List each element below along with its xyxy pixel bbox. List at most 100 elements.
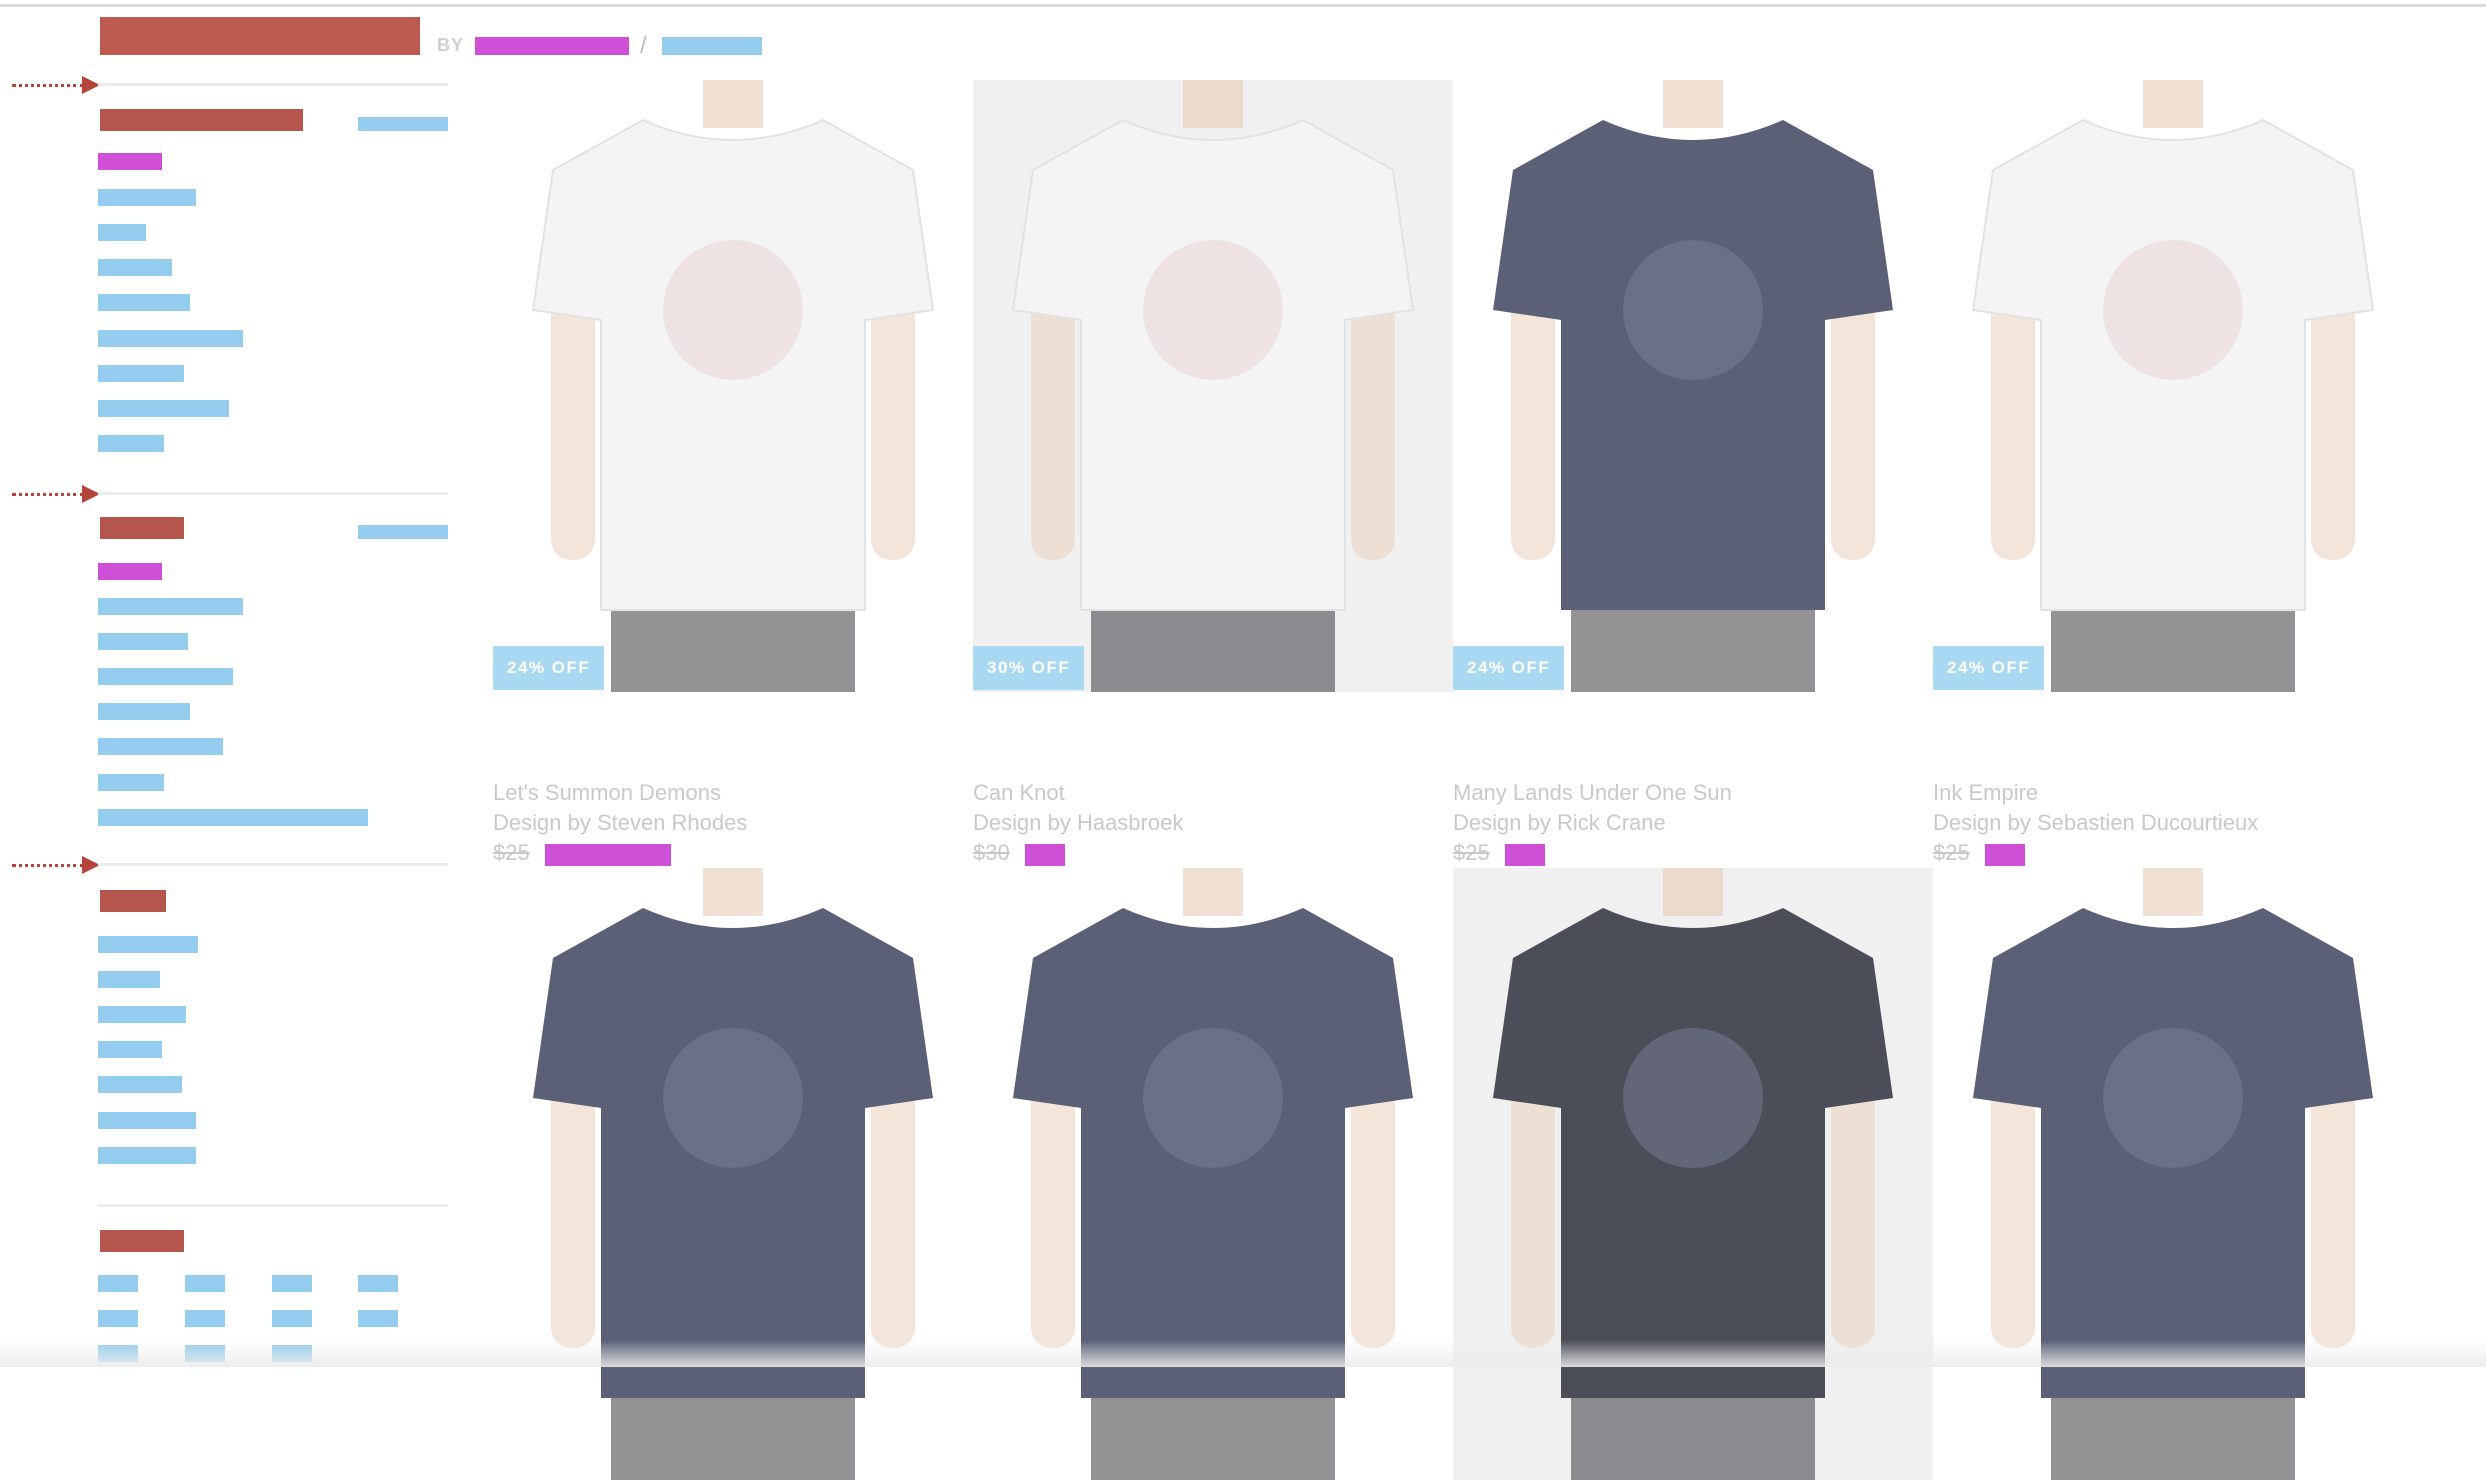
price-option[interactable] [358,1275,398,1292]
department-item[interactable] [98,400,229,417]
size-item[interactable] [98,936,198,953]
product-card[interactable]: 30% OFF Can Knot Design by Haasbroek $30 [973,80,1453,866]
print-graphic [2103,240,2243,380]
section-divider [98,863,448,866]
original-price: $25 [493,840,530,865]
product-card[interactable] [493,868,973,1480]
product-card[interactable] [1453,868,1933,1480]
product-name[interactable]: Can Knot [973,780,1065,806]
print-graphic [1143,1028,1283,1168]
top-border [0,4,2486,7]
neck-shape [1663,80,1723,128]
product-name[interactable]: Many Lands Under One Sun [1453,780,1732,806]
product-card[interactable]: 24% OFF Let's Summon Demons Design by St… [493,80,973,866]
product-card[interactable] [1933,868,2413,1480]
price-option[interactable] [185,1310,225,1327]
product-name[interactable]: Let's Summon Demons [493,780,721,806]
print-graphic [2103,1028,2243,1168]
size-pointer-arrow [12,855,100,875]
section-divider [98,1204,448,1207]
style-item[interactable] [98,738,223,755]
sale-price [1025,844,1065,866]
section-divider [98,492,448,495]
department-item[interactable] [98,365,184,382]
department-item[interactable] [98,435,164,452]
neck-shape [2143,868,2203,916]
product-image[interactable] [1933,868,2413,1480]
sort-popularity-link[interactable] [475,37,629,55]
sale-price [1985,844,2025,866]
department-view-all-link[interactable] [358,117,448,131]
size-item[interactable] [98,1041,162,1058]
print-graphic [663,1028,803,1168]
style-pointer-arrow [12,484,100,504]
neck-shape [703,868,763,916]
product-image[interactable] [493,80,973,692]
discount-badge: 24% OFF [493,646,605,690]
neck-shape [1183,80,1243,128]
bottom-fade [0,1340,2486,1367]
tshirt-illustration [1973,868,2373,1480]
sale-price [545,844,671,866]
style-item-all[interactable] [98,563,162,580]
product-image[interactable] [973,80,1453,692]
original-price: $30 [973,840,1010,865]
department-item[interactable] [98,189,196,206]
style-item[interactable] [98,774,164,791]
product-image[interactable] [973,868,1453,1480]
price-option[interactable] [185,1275,225,1292]
style-item[interactable] [98,809,368,826]
product-image[interactable] [493,868,973,1480]
print-graphic [663,240,803,380]
product-name[interactable]: Ink Empire [1933,780,2038,806]
size-item[interactable] [98,1112,196,1129]
price-option[interactable] [98,1275,138,1292]
tshirt-illustration [1013,868,1413,1480]
style-item[interactable] [98,633,188,650]
discount-badge: 24% OFF [1933,646,2045,690]
size-heading [100,890,166,912]
product-card[interactable]: 24% OFF Ink Empire Design by Sebastien D… [1933,80,2413,866]
price-option[interactable] [358,1310,398,1327]
department-item[interactable] [98,294,190,311]
sort-newest-link[interactable] [662,37,762,55]
tshirt-illustration [1011,80,1415,692]
style-item[interactable] [98,703,190,720]
neck-shape [1663,868,1723,916]
price-option[interactable] [272,1310,312,1327]
product-image[interactable] [1933,80,2413,692]
neck-shape [703,80,763,128]
page-title [100,17,420,55]
product-image[interactable] [1453,868,1933,1480]
product-designer[interactable]: Design by Steven Rhodes [493,810,747,836]
department-item[interactable] [98,330,243,347]
discount-badge: 24% OFF [1453,646,1565,690]
price-option[interactable] [272,1275,312,1292]
style-item[interactable] [98,668,233,685]
department-pointer-arrow [12,75,100,95]
price-option[interactable] [98,1310,138,1327]
product-image[interactable] [1453,80,1933,692]
tshirt-illustration [1493,80,1893,692]
style-item[interactable] [98,598,243,615]
size-item[interactable] [98,1076,182,1093]
department-item-all[interactable] [98,153,162,170]
sort-by-label: BY [437,35,465,55]
product-designer[interactable]: Design by Haasbroek [973,810,1183,836]
size-item[interactable] [98,1006,186,1023]
price-heading [100,1230,184,1252]
print-graphic [1143,240,1283,380]
product-card[interactable] [973,868,1453,1480]
size-item[interactable] [98,971,160,988]
size-item[interactable] [98,1147,196,1164]
product-designer[interactable]: Design by Sebastien Ducourtieux [1933,810,2258,836]
sale-price [1505,844,1545,866]
print-graphic [1623,1028,1763,1168]
print-graphic [1623,240,1763,380]
department-heading [100,109,303,131]
department-item[interactable] [98,224,146,241]
department-item[interactable] [98,259,172,276]
style-view-all-link[interactable] [358,525,448,539]
product-card[interactable]: 24% OFF Many Lands Under One Sun Design … [1453,80,1933,866]
product-designer[interactable]: Design by Rick Crane [1453,810,1666,836]
